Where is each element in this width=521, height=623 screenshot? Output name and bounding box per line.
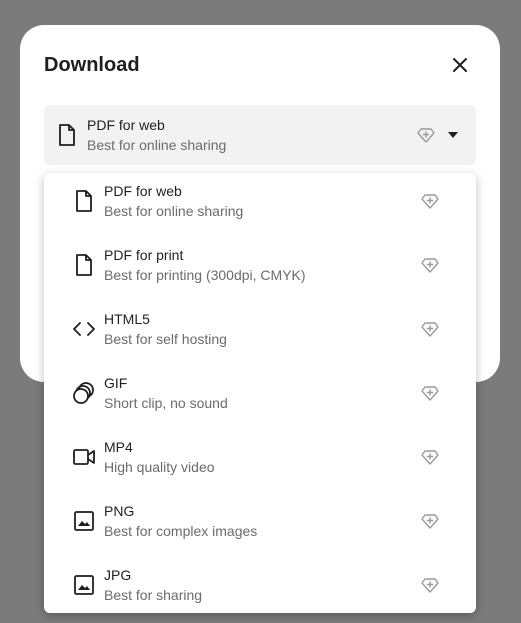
menu-item-jpg[interactable]: JPG Best for sharing bbox=[44, 557, 476, 621]
menu-item-gif[interactable]: GIF Short clip, no sound bbox=[44, 365, 476, 429]
selected-format-title: PDF for web bbox=[87, 117, 165, 133]
close-icon bbox=[448, 53, 472, 77]
menu-item-title: GIF bbox=[104, 375, 128, 391]
premium-diamond-icon bbox=[417, 126, 435, 144]
menu-item-png[interactable]: PNG Best for complex images bbox=[44, 493, 476, 557]
premium-diamond-icon bbox=[421, 192, 439, 210]
menu-item-title: HTML5 bbox=[104, 311, 150, 327]
close-button[interactable] bbox=[448, 53, 472, 77]
menu-item-subtitle: Short clip, no sound bbox=[104, 395, 228, 411]
menu-item-subtitle: High quality video bbox=[104, 459, 215, 475]
menu-item-html5[interactable]: HTML5 Best for self hosting bbox=[44, 301, 476, 365]
image-icon bbox=[72, 509, 96, 533]
menu-item-subtitle: Best for sharing bbox=[104, 587, 203, 603]
premium-diamond-icon bbox=[421, 512, 439, 530]
premium-diamond-icon bbox=[421, 256, 439, 274]
menu-item-pdf-print[interactable]: PDF for print Best for printing (300dpi,… bbox=[44, 237, 476, 301]
image-icon bbox=[72, 573, 96, 597]
premium-diamond-icon bbox=[421, 576, 439, 594]
premium-diamond-icon bbox=[421, 448, 439, 466]
document-icon bbox=[56, 123, 78, 147]
document-icon bbox=[72, 189, 96, 213]
menu-item-title: JPG bbox=[104, 567, 132, 583]
menu-item-title: PDF for print bbox=[104, 247, 184, 263]
dialog-title: Download bbox=[44, 54, 140, 76]
premium-diamond-icon bbox=[421, 320, 439, 338]
menu-item-subtitle: Best for self hosting bbox=[104, 331, 227, 347]
menu-item-title: PNG bbox=[104, 503, 135, 519]
code-icon bbox=[72, 317, 96, 341]
menu-item-subtitle: Best for printing (300dpi, CMYK) bbox=[104, 267, 306, 283]
menu-item-title: PDF for web bbox=[104, 183, 182, 199]
premium-diamond-icon bbox=[421, 384, 439, 402]
menu-item-subtitle: Best for online sharing bbox=[104, 203, 244, 219]
gif-circles-icon bbox=[72, 381, 96, 405]
menu-item-title: MP4 bbox=[104, 439, 133, 455]
video-camera-icon bbox=[72, 445, 96, 469]
selected-format-subtitle: Best for online sharing bbox=[87, 137, 227, 153]
format-select[interactable]: PDF for web Best for online sharing bbox=[44, 105, 476, 165]
menu-item-pdf-web[interactable]: PDF for web Best for online sharing bbox=[44, 173, 476, 237]
format-dropdown-menu: PDF for web Best for online sharing PDF … bbox=[44, 173, 476, 613]
menu-item-mp4[interactable]: MP4 High quality video bbox=[44, 429, 476, 493]
menu-item-subtitle: Best for complex images bbox=[104, 523, 258, 539]
document-icon bbox=[72, 253, 96, 277]
chevron-down-icon bbox=[447, 131, 459, 139]
